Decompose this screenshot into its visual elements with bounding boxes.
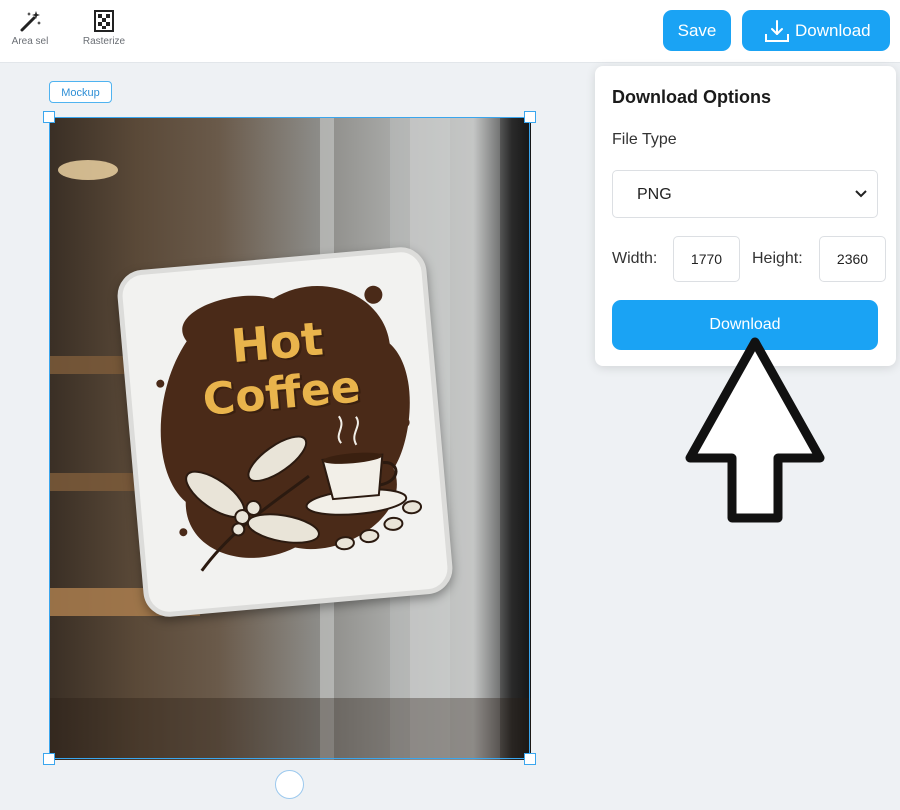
height-input[interactable]: 2360	[819, 236, 886, 282]
download-icon	[765, 20, 789, 42]
tool-rasterize[interactable]: Rasterize	[74, 8, 134, 47]
width-label: Width:	[612, 250, 658, 267]
rotate-handle[interactable]	[275, 770, 304, 799]
top-toolbar: Area sel Rasterize Save Download	[0, 0, 900, 63]
download-options-panel: Download Options File Type PNG Width: 17…	[595, 66, 896, 366]
file-type-value: PNG	[637, 186, 672, 203]
tool-rasterize-label: Rasterize	[82, 36, 126, 47]
pointer-arrow-icon	[685, 337, 825, 523]
selection-border	[49, 117, 530, 759]
resize-handle-top-right[interactable]	[524, 111, 536, 123]
file-type-select[interactable]: PNG	[612, 170, 878, 218]
chevron-down-icon	[855, 190, 867, 198]
mockup-tag[interactable]: Mockup	[49, 81, 112, 103]
tool-area-select-label: Area sel	[11, 36, 49, 47]
width-input[interactable]: 1770	[673, 236, 740, 282]
file-type-label: File Type	[612, 131, 677, 148]
resize-handle-bottom-left[interactable]	[43, 753, 55, 765]
tool-area-select[interactable]: Area sel	[0, 8, 60, 47]
rasterize-icon	[94, 10, 114, 32]
magic-wand-icon	[20, 11, 41, 32]
panel-title: Download Options	[612, 87, 771, 107]
download-button-label: Download	[795, 21, 871, 40]
resize-handle-bottom-right[interactable]	[524, 753, 536, 765]
download-button[interactable]: Download	[742, 10, 890, 51]
height-label: Height:	[752, 250, 803, 267]
save-button[interactable]: Save	[663, 10, 731, 51]
resize-handle-top-left[interactable]	[43, 111, 55, 123]
